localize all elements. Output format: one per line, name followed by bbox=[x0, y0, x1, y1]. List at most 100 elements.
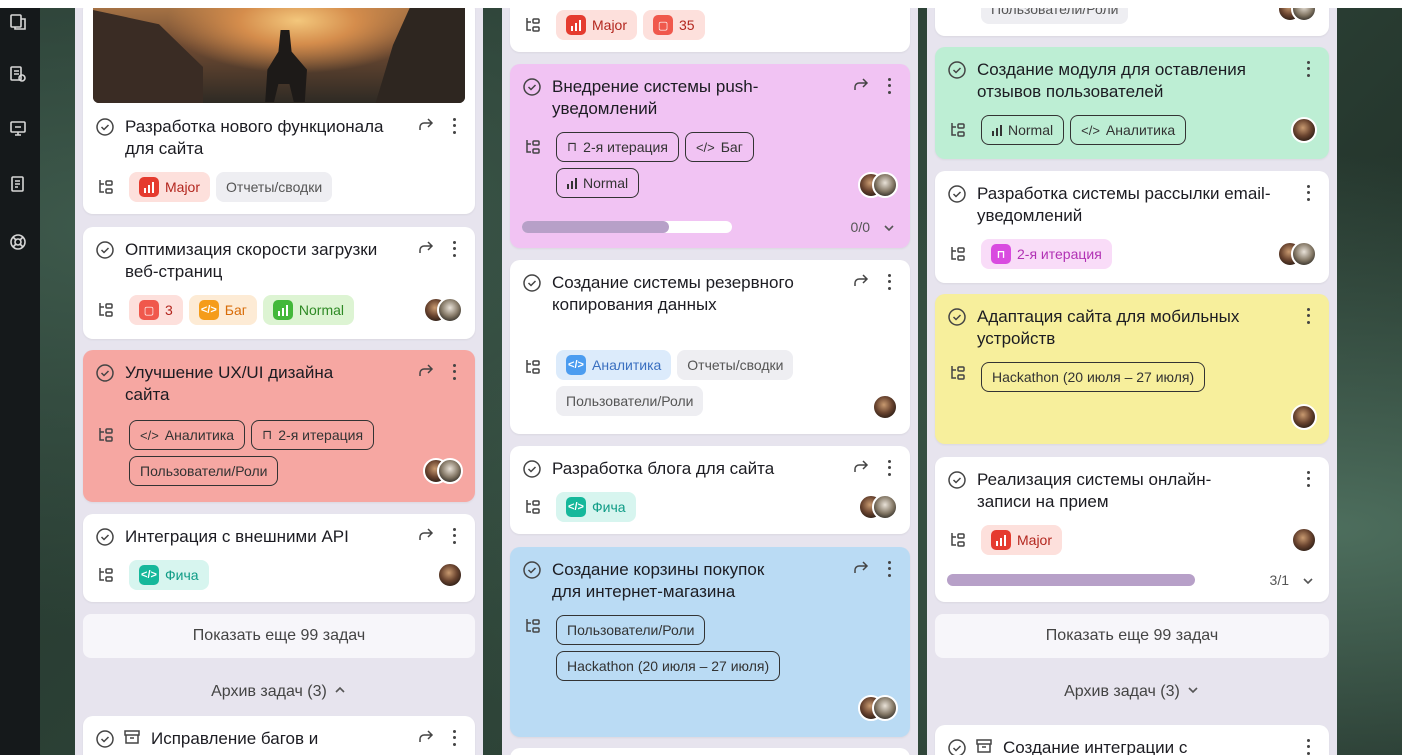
show-more-button[interactable]: Показать еще 99 задач bbox=[935, 614, 1329, 658]
label-tag[interactable]: Пользователи/Роли bbox=[129, 456, 279, 486]
share-icon[interactable] bbox=[417, 526, 435, 544]
priority-tag[interactable]: Normal bbox=[981, 115, 1065, 145]
chevron-down-icon[interactable] bbox=[882, 221, 896, 235]
assignees[interactable] bbox=[1277, 241, 1317, 267]
subtasks-icon[interactable] bbox=[949, 245, 967, 263]
share-icon[interactable] bbox=[852, 559, 870, 577]
task-card[interactable]: Разработка блога для сайта </> Фича bbox=[510, 446, 910, 534]
more-icon[interactable] bbox=[449, 116, 459, 136]
label-tag[interactable]: Пользователи/Роли bbox=[556, 386, 704, 416]
priority-tag[interactable]: Major bbox=[981, 525, 1063, 555]
sprint-tag[interactable]: Hackathon (20 июля – 27 июля) bbox=[556, 651, 781, 681]
task-card[interactable]: Создание системы резервного копирования … bbox=[510, 260, 910, 434]
more-icon[interactable] bbox=[449, 362, 459, 382]
task-title[interactable]: Внедрение системы push-уведомлений bbox=[552, 76, 898, 120]
assignees[interactable] bbox=[858, 172, 898, 198]
more-icon[interactable] bbox=[1303, 737, 1313, 755]
subtasks-icon[interactable] bbox=[97, 178, 115, 196]
more-icon[interactable] bbox=[1303, 306, 1313, 326]
subtasks-icon[interactable] bbox=[949, 121, 967, 139]
more-icon[interactable] bbox=[449, 239, 459, 259]
assignees[interactable] bbox=[423, 458, 463, 484]
more-icon[interactable] bbox=[1303, 59, 1313, 79]
share-icon[interactable] bbox=[852, 272, 870, 290]
task-title[interactable]: Разработка блога для сайта bbox=[552, 458, 898, 480]
more-icon[interactable] bbox=[449, 526, 459, 546]
task-card[interactable]: Адаптация сайта для мобильных устройств … bbox=[935, 294, 1329, 444]
subtasks-icon[interactable] bbox=[97, 566, 115, 584]
type-tag[interactable]: </> Фича bbox=[556, 492, 636, 522]
check-circle-icon[interactable] bbox=[522, 560, 542, 580]
task-title[interactable]: Разработка системы рассылки email-уведом… bbox=[977, 183, 1317, 227]
task-card[interactable]: Оптимизация скорости загрузки веб-страни… bbox=[83, 227, 475, 339]
check-circle-icon[interactable] bbox=[947, 184, 967, 204]
check-circle-icon[interactable] bbox=[95, 363, 115, 383]
check-circle-icon[interactable] bbox=[95, 117, 115, 137]
subtasks-icon[interactable] bbox=[524, 16, 542, 34]
label-tag[interactable]: Отчеты/сводки bbox=[677, 350, 794, 380]
screen-icon[interactable] bbox=[6, 116, 30, 140]
task-card[interactable]: Создание интеграции с bbox=[935, 725, 1329, 755]
task-title[interactable]: Улучшение UX/UI дизайна сайта bbox=[125, 362, 463, 406]
comments-tag[interactable]: ▢ 3 bbox=[129, 295, 183, 325]
assignees[interactable] bbox=[858, 695, 898, 721]
iteration-tag[interactable]: ⊓ 2-я итерация bbox=[556, 132, 679, 162]
check-circle-icon[interactable] bbox=[522, 459, 542, 479]
task-card[interactable]: Исправление багов и bbox=[83, 716, 475, 755]
comments-tag[interactable]: ▢ 35 bbox=[643, 10, 705, 40]
task-card[interactable]: Разработка системы рассылки email-уведом… bbox=[935, 171, 1329, 283]
assignees[interactable] bbox=[872, 394, 898, 420]
archive-toggle[interactable]: Архив задач (3) bbox=[83, 677, 475, 707]
archive-toggle[interactable]: Архив задач (3) bbox=[935, 677, 1329, 707]
priority-tag[interactable]: Major bbox=[556, 10, 638, 40]
task-card[interactable]: Улучшение UX/UI дизайна сайта </> Аналити… bbox=[83, 350, 475, 502]
share-icon[interactable] bbox=[417, 116, 435, 134]
task-card[interactable] bbox=[510, 748, 910, 755]
subtasks-icon[interactable] bbox=[949, 364, 967, 382]
share-icon[interactable] bbox=[417, 239, 435, 257]
priority-tag[interactable]: Normal bbox=[262, 295, 355, 325]
check-circle-icon[interactable] bbox=[95, 527, 115, 547]
type-tag[interactable]: </> Баг bbox=[188, 295, 257, 325]
task-title[interactable]: Создание системы резервного копирования … bbox=[552, 272, 898, 316]
more-icon[interactable] bbox=[449, 728, 459, 748]
sprint-tag[interactable]: Hackathon (20 июля – 27 июля) bbox=[981, 362, 1206, 392]
iteration-tag[interactable]: ⊓ 2-я итерация bbox=[251, 420, 375, 450]
share-icon[interactable] bbox=[417, 362, 435, 380]
document-icon[interactable] bbox=[6, 172, 30, 196]
task-title[interactable]: Интеграция с внешними API bbox=[125, 526, 463, 548]
share-icon[interactable] bbox=[852, 76, 870, 94]
subtasks-icon[interactable] bbox=[524, 617, 542, 635]
board-icon[interactable] bbox=[6, 10, 30, 34]
chevron-down-icon[interactable] bbox=[1301, 574, 1315, 588]
check-circle-icon[interactable] bbox=[947, 470, 967, 490]
check-circle-icon[interactable] bbox=[947, 60, 967, 80]
task-card[interactable]: Внедрение системы push-уведомлений ⊓ 2-я … bbox=[510, 64, 910, 248]
task-card[interactable]: Разработка нового функционала для сайта … bbox=[83, 0, 475, 214]
assignees[interactable] bbox=[423, 297, 463, 323]
task-title[interactable]: Создание корзины покупок для интернет-ма… bbox=[552, 559, 898, 603]
iteration-tag[interactable]: ⊓ 2-я итерация bbox=[981, 239, 1112, 269]
subtasks-icon[interactable] bbox=[524, 358, 542, 376]
check-circle-icon[interactable] bbox=[95, 729, 115, 749]
task-title[interactable]: Разработка нового функционала для сайта bbox=[125, 116, 463, 160]
task-title[interactable]: Оптимизация скорости загрузки веб-страни… bbox=[125, 239, 463, 283]
type-tag[interactable]: </> Аналитика bbox=[556, 350, 672, 380]
type-tag[interactable]: </> Баг bbox=[684, 132, 754, 162]
label-tag[interactable]: Пользователи/Роли bbox=[556, 615, 706, 645]
task-card[interactable]: Создание корзины покупок для интернет-ма… bbox=[510, 547, 910, 737]
assignees[interactable] bbox=[858, 494, 898, 520]
task-card[interactable]: Реализация системы онлайн-записи на прие… bbox=[935, 457, 1329, 602]
check-circle-icon[interactable] bbox=[522, 77, 542, 97]
check-circle-icon[interactable] bbox=[522, 273, 542, 293]
subtasks-icon[interactable] bbox=[524, 138, 542, 156]
subtasks-icon[interactable] bbox=[949, 531, 967, 549]
more-icon[interactable] bbox=[1303, 183, 1313, 203]
more-icon[interactable] bbox=[884, 76, 894, 96]
task-title[interactable]: Создание модуля для оставления отзывов п… bbox=[977, 59, 1317, 103]
label-tag[interactable]: Отчеты/сводки bbox=[216, 172, 333, 202]
task-title[interactable]: Создание интеграции с bbox=[1003, 737, 1317, 755]
assignees[interactable] bbox=[1291, 404, 1317, 430]
more-icon[interactable] bbox=[884, 559, 894, 579]
task-title[interactable]: Реализация системы онлайн-записи на прие… bbox=[977, 469, 1317, 513]
